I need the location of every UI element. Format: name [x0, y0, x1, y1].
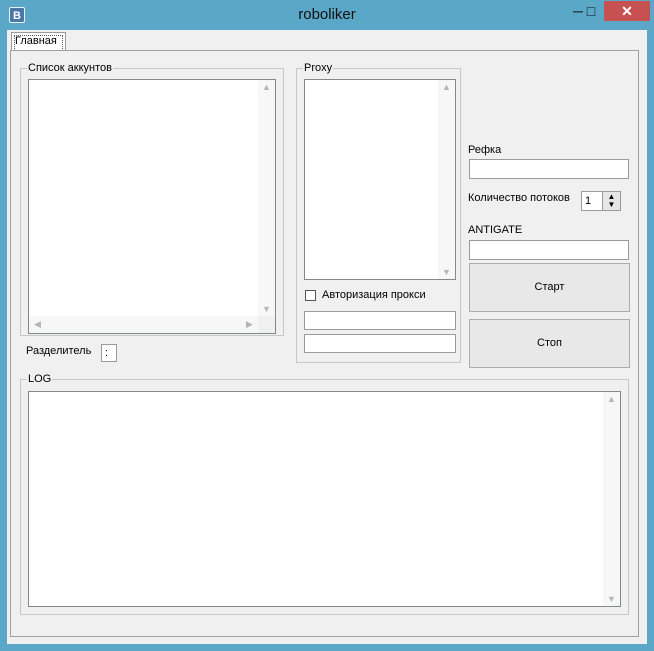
- proxy-login-input[interactable]: [304, 311, 456, 330]
- refka-input[interactable]: [469, 159, 629, 179]
- log-textarea[interactable]: ▲ ▼: [28, 391, 621, 607]
- scroll-down-icon[interactable]: ▼: [258, 304, 275, 314]
- proxy-group: Proxy ▲ ▼ Авторизация прокси: [296, 62, 461, 363]
- accounts-vertical-scrollbar[interactable]: ▲ ▼: [258, 80, 275, 316]
- separator-label: Разделитель: [26, 345, 92, 357]
- log-legend: LOG: [27, 373, 53, 385]
- scroll-down-icon[interactable]: ▼: [603, 594, 620, 604]
- proxy-vertical-scrollbar[interactable]: ▲ ▼: [438, 80, 455, 279]
- proxy-listbox[interactable]: ▲ ▼: [304, 79, 456, 280]
- scroll-up-icon[interactable]: ▲: [603, 394, 620, 404]
- start-button-label: Старт: [534, 281, 565, 293]
- stop-button[interactable]: Стоп: [469, 319, 630, 368]
- close-button[interactable]: ✕: [604, 1, 650, 21]
- threads-stepper[interactable]: 1 ▲ ▼: [581, 191, 621, 211]
- log-vertical-scrollbar[interactable]: ▲ ▼: [603, 392, 620, 606]
- scroll-up-icon[interactable]: ▲: [258, 82, 275, 92]
- scroll-up-icon[interactable]: ▲: [438, 82, 455, 92]
- separator-value: :: [105, 347, 109, 359]
- accounts-legend: Список аккунтов: [27, 62, 113, 74]
- antigate-input[interactable]: [469, 240, 629, 260]
- start-button[interactable]: Старт: [469, 263, 630, 312]
- maximize-button[interactable]: □: [578, 1, 604, 21]
- scrollbar-corner: [258, 316, 275, 333]
- scroll-down-icon[interactable]: ▼: [438, 267, 455, 277]
- accounts-group: Список аккунтов ▲ ▼ ◀ ▶: [20, 62, 284, 336]
- tab-page-main: Список аккунтов ▲ ▼ ◀ ▶ Разделитель : Pr…: [10, 50, 639, 637]
- stop-button-label: Стоп: [537, 337, 562, 349]
- threads-label: Количество потоков: [468, 192, 570, 204]
- log-group: LOG ▲ ▼: [20, 373, 629, 615]
- tab-main[interactable]: Главная: [11, 32, 66, 51]
- scroll-left-icon[interactable]: ◀: [29, 319, 46, 330]
- proxy-auth-checkbox[interactable]: [305, 290, 316, 301]
- app-window: B roboliker ─ □ ✕ Главная Список аккунто…: [0, 0, 654, 651]
- client-area: Главная Список аккунтов ▲ ▼ ◀ ▶ Разделит…: [7, 30, 647, 644]
- tab-main-label: Главная: [15, 35, 57, 47]
- proxy-auth-label[interactable]: Авторизация прокси: [322, 289, 426, 301]
- proxy-password-input[interactable]: [304, 334, 456, 353]
- proxy-legend: Proxy: [303, 62, 334, 74]
- accounts-listbox[interactable]: ▲ ▼ ◀ ▶: [28, 79, 276, 334]
- separator-input[interactable]: :: [101, 344, 117, 362]
- spin-down-icon[interactable]: ▼: [603, 201, 620, 209]
- refka-label: Рефка: [468, 144, 502, 156]
- accounts-horizontal-scrollbar[interactable]: ◀ ▶: [29, 316, 258, 333]
- threads-value: 1: [585, 195, 592, 207]
- scroll-right-icon[interactable]: ▶: [241, 319, 258, 330]
- title-bar[interactable]: B roboliker ─ □ ✕: [0, 0, 654, 30]
- threads-spin-buttons[interactable]: ▲ ▼: [602, 192, 620, 210]
- antigate-label: ANTIGATE: [468, 224, 523, 236]
- window-title: roboliker: [298, 6, 356, 23]
